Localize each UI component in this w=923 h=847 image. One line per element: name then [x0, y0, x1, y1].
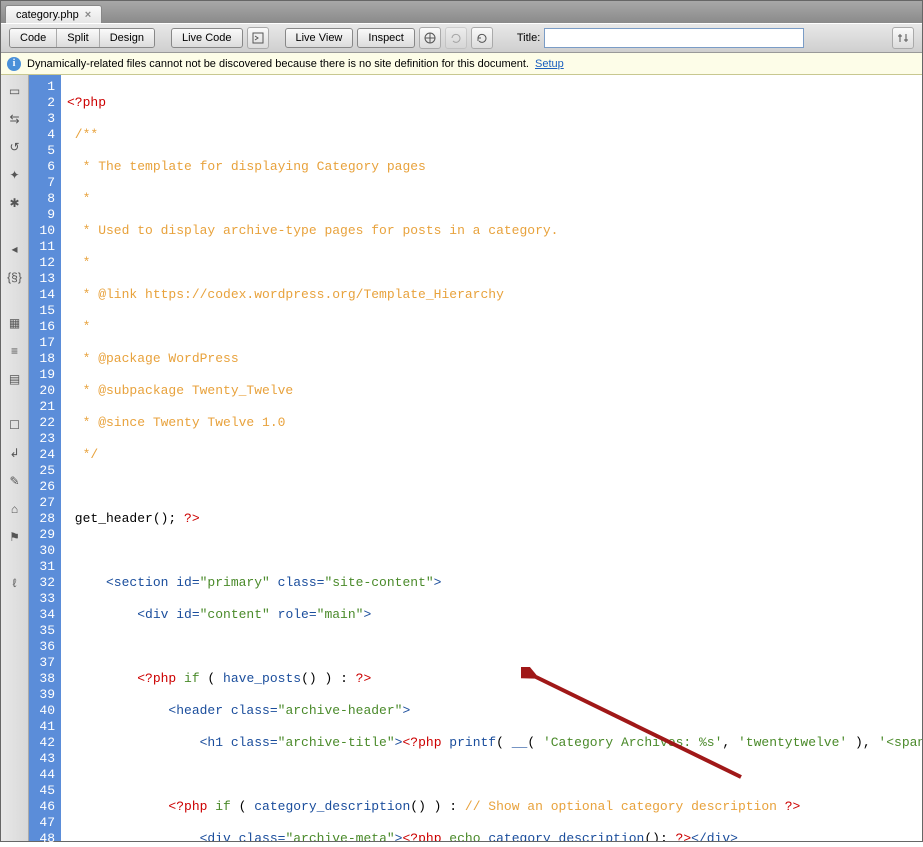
code-button[interactable]: Code — [10, 29, 57, 47]
design-button[interactable]: Design — [100, 29, 154, 47]
live-code-button[interactable]: Live Code — [171, 28, 243, 48]
refresh-dim-icon[interactable] — [445, 27, 467, 49]
lines-icon[interactable]: ≡ — [5, 341, 25, 361]
comment-icon[interactable]: ☐ — [5, 415, 25, 435]
app-window: category.php × Code Split Design Live Co… — [0, 0, 923, 842]
code-toolbar: ▭ ⇆ ↺ ✦ ✱ ◂ {§} ▦ ≡ ▤ ☐ ↲ ✎ ⌂ ⚑ ℓ — [1, 75, 29, 841]
options-icon[interactable] — [892, 27, 914, 49]
info-bar: i Dynamically-related files cannot not b… — [1, 53, 922, 75]
validate-icon[interactable]: ⚑ — [5, 527, 25, 547]
view-mode-group: Code Split Design — [9, 28, 155, 48]
file-tab-category[interactable]: category.php × — [5, 5, 102, 23]
help-icon[interactable]: ℓ — [5, 573, 25, 593]
info-icon: i — [7, 57, 21, 71]
balance-braces-icon[interactable]: ✦ — [5, 165, 25, 185]
line-gutter: 1234567891011121314151617181920212223242… — [29, 75, 61, 841]
nav-left-icon[interactable]: ◂ — [5, 239, 25, 259]
split-button[interactable]: Split — [57, 29, 99, 47]
apply-comment-icon[interactable]: ✱ — [5, 193, 25, 213]
refresh-palette-icon[interactable]: ↺ — [5, 137, 25, 157]
tab-label: category.php — [16, 9, 79, 21]
snippet-icon[interactable]: ⌂ — [5, 499, 25, 519]
title-input[interactable] — [544, 28, 804, 48]
info-text: Dynamically-related files cannot not be … — [27, 58, 529, 70]
braces-icon[interactable]: {§} — [5, 267, 25, 287]
live-code-options-icon[interactable] — [247, 27, 269, 49]
format-icon[interactable]: ✎ — [5, 471, 25, 491]
setup-link[interactable]: Setup — [535, 58, 564, 70]
open-docs-icon[interactable]: ▭ — [5, 81, 25, 101]
indent-icon[interactable]: ▤ — [5, 369, 25, 389]
title-label: Title: — [517, 32, 540, 44]
refresh-icon[interactable] — [471, 27, 493, 49]
inspect-button[interactable]: Inspect — [357, 28, 414, 48]
close-icon[interactable]: × — [85, 9, 91, 21]
collapse-icon[interactable]: ⇆ — [5, 109, 25, 129]
editor-area: ▭ ⇆ ↺ ✦ ✱ ◂ {§} ▦ ≡ ▤ ☐ ↲ ✎ ⌂ ⚑ ℓ 123456… — [1, 75, 922, 841]
live-view-button[interactable]: Live View — [285, 28, 354, 48]
globe-icon[interactable] — [419, 27, 441, 49]
main-toolbar: Code Split Design Live Code Live View In… — [1, 23, 922, 53]
code-editor[interactable]: <?php /** * The template for displaying … — [61, 75, 922, 841]
file-tab-bar: category.php × — [1, 1, 922, 23]
wrap-icon[interactable]: ↲ — [5, 443, 25, 463]
highlight-icon[interactable]: ▦ — [5, 313, 25, 333]
